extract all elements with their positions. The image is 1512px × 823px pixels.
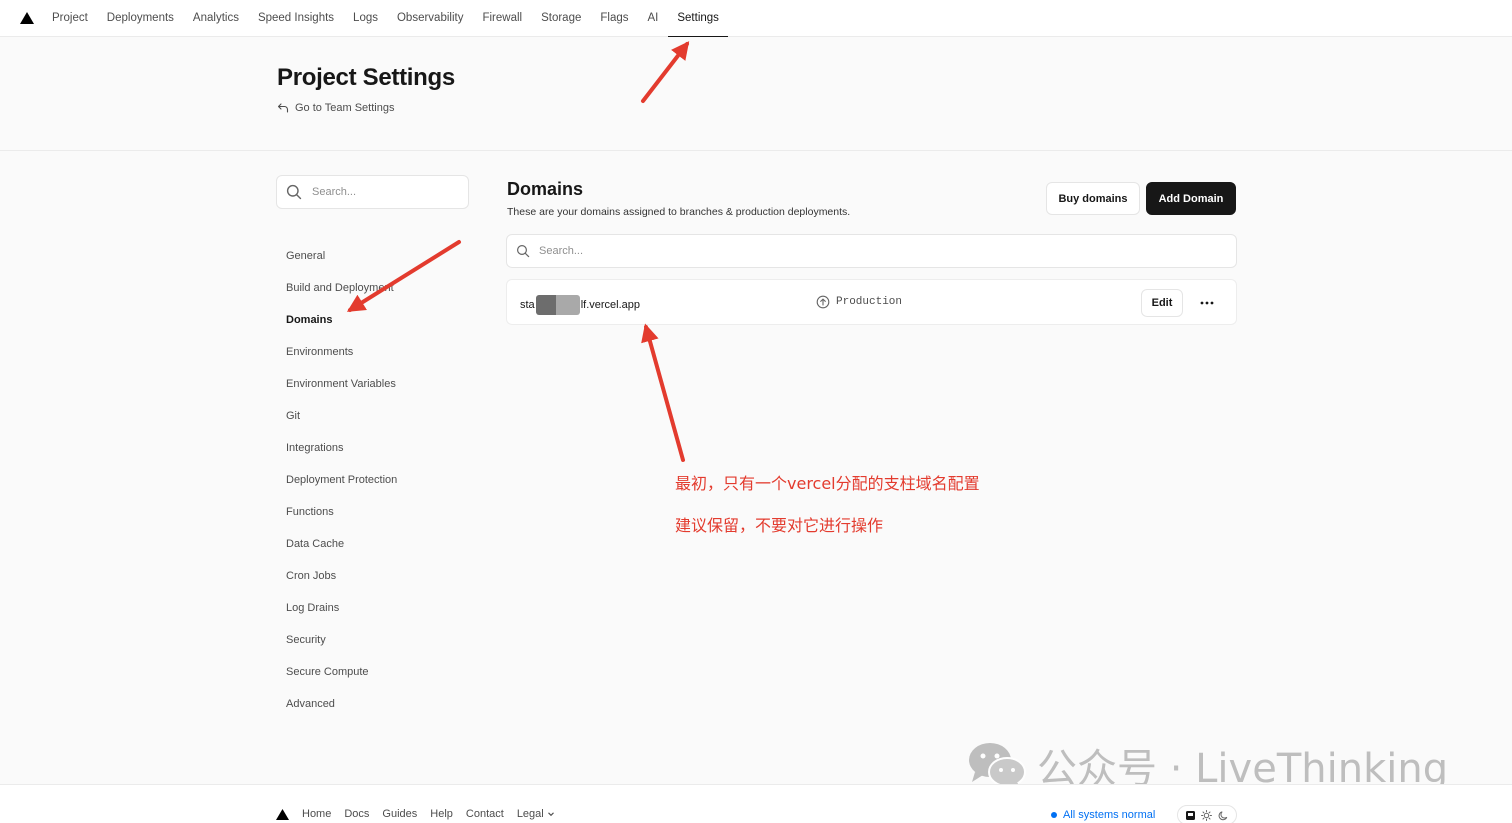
monitor-icon (1185, 810, 1195, 820)
nav-tab-speed-insights[interactable]: Speed Insights (258, 0, 334, 37)
sidebar-item-advanced[interactable]: Advanced (286, 688, 397, 720)
system-status-link[interactable]: All systems normal (1051, 809, 1155, 821)
more-options-button[interactable] (1193, 289, 1221, 317)
add-domain-button[interactable]: Add Domain (1146, 182, 1236, 215)
sidebar-item-log-drains[interactable]: Log Drains (286, 592, 397, 624)
domains-search[interactable] (506, 234, 1237, 268)
footer-link-home[interactable]: Home (302, 808, 331, 820)
domain-row: sta lf.vercel.app Production Edit (506, 279, 1237, 325)
nav-tab-logs[interactable]: Logs (353, 0, 378, 37)
theme-switcher (1177, 805, 1237, 823)
settings-search-input[interactable] (312, 186, 452, 198)
sidebar-item-secure-compute[interactable]: Secure Compute (286, 656, 397, 688)
sidebar-item-functions[interactable]: Functions (286, 496, 397, 528)
sidebar-item-general[interactable]: General (286, 240, 397, 272)
arrow-up-circle-icon (816, 295, 830, 309)
moon-icon (1218, 810, 1228, 820)
search-icon (516, 244, 530, 258)
domains-subtitle: These are your domains assigned to branc… (507, 206, 851, 218)
search-icon (286, 184, 302, 200)
annotation-note-1: 最初，只有一个vercel分配的支柱域名配置 (675, 474, 980, 493)
footer: Home Docs Guides Help Contact Legal All syste… (0, 784, 1512, 823)
environment-badge: Production (816, 295, 902, 309)
sidebar-item-git[interactable]: Git (286, 400, 397, 432)
footer-link-label: Help (430, 808, 453, 820)
vercel-logo-icon[interactable] (276, 809, 289, 820)
domain-name-link[interactable]: sta lf.vercel.app (520, 295, 640, 315)
theme-light-button[interactable] (1200, 808, 1214, 822)
sidebar-item-integrations[interactable]: Integrations (286, 432, 397, 464)
team-settings-label: Go to Team Settings (295, 102, 395, 114)
domains-title: Domains (507, 179, 584, 199)
annotation-note-2: 建议保留，不要对它进行操作 (675, 516, 884, 535)
sidebar-item-data-cache[interactable]: Data Cache (286, 528, 397, 560)
environment-label: Production (836, 296, 903, 308)
nav-tab-analytics[interactable]: Analytics (193, 0, 239, 37)
footer-link-label: Guides (382, 808, 418, 820)
footer-link-help[interactable]: Help (430, 808, 453, 820)
domain-suffix: lf.vercel.app (580, 299, 640, 311)
system-status-label: All systems normal (1063, 809, 1156, 821)
vercel-logo-icon[interactable] (20, 12, 34, 24)
edit-domain-button[interactable]: Edit (1141, 289, 1183, 317)
footer-link-guides[interactable]: Guides (382, 808, 417, 820)
footer-link-contact[interactable]: Contact (466, 808, 504, 820)
footer-link-label: Contact (465, 808, 504, 820)
theme-dark-button[interactable] (1217, 808, 1231, 822)
sidebar-item-security[interactable]: Security (286, 624, 397, 656)
footer-links: Home Docs Guides Help Contact Legal (302, 808, 568, 820)
footer-link-label: Docs (344, 808, 370, 820)
nav-tab-settings[interactable]: Settings (668, 0, 728, 38)
footer-link-label: Home (302, 808, 332, 820)
nav-tab-deployments[interactable]: Deployments (107, 0, 174, 37)
sidebar-item-build-and-deployment[interactable]: Build and Deployment (286, 272, 397, 304)
arrow-to-domain-row (641, 323, 685, 462)
chevron-down-icon (547, 812, 554, 817)
sun-icon (1201, 809, 1213, 821)
nav-tab-observability[interactable]: Observability (397, 0, 463, 37)
team-settings-link[interactable]: Go to Team Settings (277, 102, 394, 114)
settings-sidebar-menu: General Build and Deployment Domains Enviro… (286, 240, 397, 720)
nav-tab-project[interactable]: Project (52, 0, 88, 37)
return-arrow-icon (277, 103, 289, 113)
settings-search[interactable] (276, 175, 469, 209)
status-dot-icon (1051, 812, 1057, 818)
footer-link-legal[interactable]: Legal (517, 808, 555, 820)
footer-link-label: Legal (516, 808, 544, 820)
sidebar-item-cron-jobs[interactable]: Cron Jobs (286, 560, 397, 592)
nav-tab-flags[interactable]: Flags (600, 0, 628, 37)
nav-tab-ai[interactable]: AI (647, 0, 658, 37)
sidebar-item-deployment-protection[interactable]: Deployment Protection (286, 464, 397, 496)
theme-system-button[interactable] (1183, 808, 1197, 822)
nav-tab-storage[interactable]: Storage (541, 0, 581, 37)
domain-prefix: sta (520, 299, 535, 311)
sidebar-item-environments[interactable]: Environments (286, 336, 397, 368)
footer-link-docs[interactable]: Docs (344, 808, 369, 820)
domains-search-input[interactable] (539, 245, 1139, 257)
sidebar-item-domains[interactable]: Domains (286, 304, 397, 336)
redacted-block (535, 295, 580, 315)
wechat-icon (969, 743, 1026, 789)
top-nav: Project Deployments Analytics Speed Insight… (0, 0, 1512, 38)
ellipsis-icon (1200, 301, 1214, 305)
buy-domains-button[interactable]: Buy domains (1046, 182, 1140, 215)
page-header: Project Settings Go to Team Settings (0, 37, 1512, 151)
page-title: Project Settings (277, 64, 455, 91)
nav-tabs: Project Deployments Analytics Speed Insight… (52, 0, 747, 38)
nav-tab-firewall[interactable]: Firewall (482, 0, 522, 37)
sidebar-item-environment-variables[interactable]: Environment Variables (286, 368, 397, 400)
